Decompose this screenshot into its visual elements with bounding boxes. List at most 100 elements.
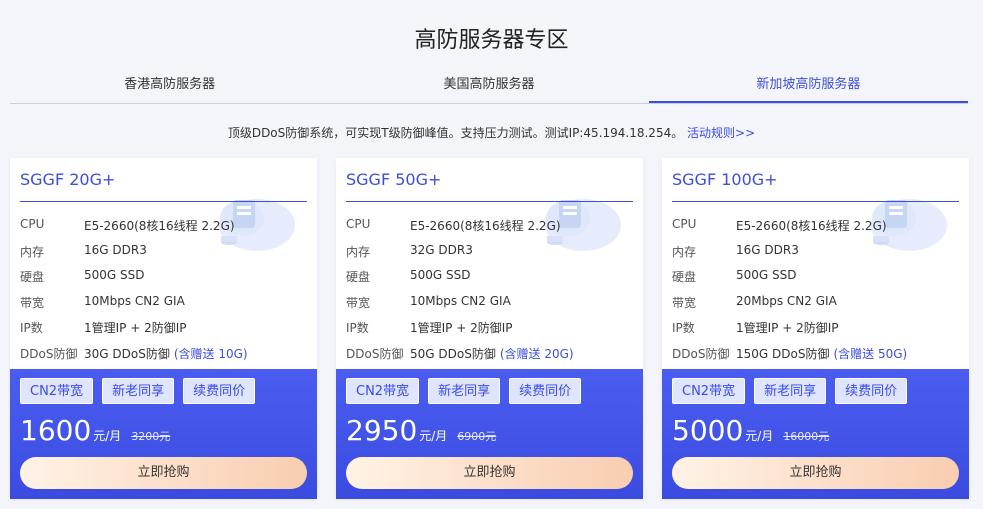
ddos-gift: (含赠送 50G) — [833, 347, 908, 361]
tag-cn2: CN2带宽 — [20, 378, 94, 404]
spec-value: 1管理IP + 2防御IP — [410, 321, 513, 335]
spec-ddos: DDoS防御 30G DDoS防御 (含赠送 10G) — [20, 345, 248, 362]
spec-value: 150G DDoS防御 — [736, 347, 830, 361]
old-price: 3200元 — [131, 430, 171, 443]
spec-value: 20Mbps CN2 GIA — [736, 294, 837, 308]
spec-label: 带宽 — [672, 296, 697, 310]
price-unit: 元/月 — [419, 429, 448, 443]
spec-bandwidth: 带宽 20Mbps CN2 GIA — [672, 294, 837, 311]
tab-hongkong[interactable]: 香港高防服务器 — [10, 70, 329, 103]
spec-cpu: CPU E5-2660(8核16线程 2.2G) — [672, 217, 887, 234]
card-footer: CN2带宽 新老同享 续费同价 1600 元/月 3200元 立即抢购 — [10, 369, 317, 499]
divider — [672, 201, 959, 202]
old-price: 6900元 — [457, 430, 497, 443]
product-card: SGGF 100G+ CPU E5-2660(8核16线程 2.2G) 内存 16G… — [662, 158, 969, 499]
spec-cpu: CPU E5-2660(8核16线程 2.2G) — [346, 217, 561, 234]
buy-button[interactable]: 立即抢购 — [20, 457, 307, 489]
spec-label: CPU — [672, 217, 697, 231]
divider — [20, 201, 307, 202]
spec-cpu: CPU E5-2660(8核16线程 2.2G) — [20, 217, 235, 234]
card-footer: CN2带宽 新老同享 续费同价 2950 元/月 6900元 立即抢购 — [336, 369, 643, 499]
spec-disk: 硬盘 500G SSD — [346, 268, 471, 285]
price-value: 2950 — [346, 414, 418, 447]
spec-label: DDoS防御 — [672, 347, 730, 361]
price-block: 5000 元/月 16000元 — [672, 414, 829, 447]
tag-shared: 新老同享 — [102, 378, 175, 404]
spec-value: E5-2660(8核16线程 2.2G) — [410, 219, 561, 233]
tag-cn2: CN2带宽 — [672, 378, 746, 404]
spec-value: 10Mbps CN2 GIA — [84, 294, 185, 308]
spec-label: 内存 — [20, 245, 45, 259]
tab-singapore[interactable]: 新加坡高防服务器 — [648, 70, 968, 103]
spec-value: 1管理IP + 2防御IP — [736, 321, 839, 335]
tag-renew: 续费同价 — [183, 378, 256, 404]
spec-label: 硬盘 — [672, 270, 697, 284]
spec-bandwidth: 带宽 10Mbps CN2 GIA — [346, 294, 511, 311]
tag-list: CN2带宽 新老同享 续费同价 — [346, 378, 582, 404]
spec-label: 内存 — [672, 245, 697, 259]
activity-rules-link[interactable]: 活动规则>> — [687, 126, 755, 140]
spec-value: 1管理IP + 2防御IP — [84, 321, 187, 335]
spec-label: CPU — [346, 217, 371, 231]
region-tabs: 香港高防服务器 美国高防服务器 新加坡高防服务器 — [10, 70, 968, 104]
plan-name: SGGF 100G+ — [672, 170, 778, 189]
plan-name: SGGF 20G+ — [20, 170, 116, 189]
price-value: 1600 — [20, 414, 92, 447]
spec-disk: 硬盘 500G SSD — [20, 268, 145, 285]
spec-label: 硬盘 — [346, 270, 371, 284]
spec-label: 内存 — [346, 245, 371, 259]
spec-bandwidth: 带宽 10Mbps CN2 GIA — [20, 294, 185, 311]
spec-value: 50G DDoS防御 — [410, 347, 496, 361]
tag-list: CN2带宽 新老同享 续费同价 — [20, 378, 256, 404]
spec-label: 硬盘 — [20, 270, 45, 284]
card-footer: CN2带宽 新老同享 续费同价 5000 元/月 16000元 立即抢购 — [662, 369, 969, 499]
tag-renew: 续费同价 — [835, 378, 908, 404]
spec-label: DDoS防御 — [346, 347, 404, 361]
spec-value: 32G DDR3 — [410, 243, 473, 257]
product-card: SGGF 50G+ CPU E5-2660(8核16线程 2.2G) 内存 32G … — [336, 158, 643, 499]
price-block: 1600 元/月 3200元 — [20, 414, 170, 447]
spec-label: IP数 — [672, 321, 695, 335]
spec-label: 带宽 — [20, 296, 45, 310]
spec-ddos: DDoS防御 50G DDoS防御 (含赠送 20G) — [346, 345, 574, 362]
spec-value: 16G DDR3 — [84, 243, 147, 257]
tag-renew: 续费同价 — [509, 378, 582, 404]
spec-ddos: DDoS防御 150G DDoS防御 (含赠送 50G) — [672, 345, 907, 362]
spec-ip: IP数 1管理IP + 2防御IP — [672, 319, 839, 336]
spec-ip: IP数 1管理IP + 2防御IP — [346, 319, 513, 336]
spec-ram: 内存 16G DDR3 — [20, 243, 147, 260]
spec-value: 500G SSD — [410, 268, 471, 282]
tag-cn2: CN2带宽 — [346, 378, 420, 404]
spec-label: IP数 — [346, 321, 369, 335]
spec-value: 500G SSD — [84, 268, 145, 282]
spec-value: E5-2660(8核16线程 2.2G) — [84, 219, 235, 233]
tag-shared: 新老同享 — [754, 378, 827, 404]
price-unit: 元/月 — [93, 429, 122, 443]
page-title: 高防服务器专区 — [414, 28, 569, 53]
price-value: 5000 — [672, 414, 744, 447]
spec-label: IP数 — [20, 321, 43, 335]
plan-name: SGGF 50G+ — [346, 170, 442, 189]
spec-label: 带宽 — [346, 296, 371, 310]
ddos-gift: (含赠送 20G) — [499, 347, 574, 361]
buy-button[interactable]: 立即抢购 — [346, 457, 633, 489]
spec-value: 500G SSD — [736, 268, 797, 282]
spec-ram: 内存 32G DDR3 — [346, 243, 473, 260]
spec-label: CPU — [20, 217, 45, 231]
price-unit: 元/月 — [745, 429, 774, 443]
spec-value: 30G DDoS防御 — [84, 347, 170, 361]
notice-bar: 顶级DDoS防御系统，可实现T级防御峰值。支持压力测试。测试IP:45.194.… — [0, 124, 983, 141]
product-card: SGGF 20G+ CPU E5-2660(8核16线程 2.2G) 内存 16G … — [10, 158, 317, 499]
old-price: 16000元 — [783, 430, 830, 443]
notice-text: 顶级DDoS防御系统，可实现T级防御峰值。支持压力测试。测试IP:45.194.… — [227, 126, 684, 140]
spec-label: DDoS防御 — [20, 347, 78, 361]
tag-list: CN2带宽 新老同享 续费同价 — [672, 378, 908, 404]
tab-usa[interactable]: 美国高防服务器 — [329, 70, 648, 103]
divider — [346, 201, 633, 202]
spec-disk: 硬盘 500G SSD — [672, 268, 797, 285]
buy-button[interactable]: 立即抢购 — [672, 457, 959, 489]
ddos-gift: (含赠送 10G) — [173, 347, 248, 361]
spec-ram: 内存 16G DDR3 — [672, 243, 799, 260]
spec-value: E5-2660(8核16线程 2.2G) — [736, 219, 887, 233]
spec-value: 10Mbps CN2 GIA — [410, 294, 511, 308]
